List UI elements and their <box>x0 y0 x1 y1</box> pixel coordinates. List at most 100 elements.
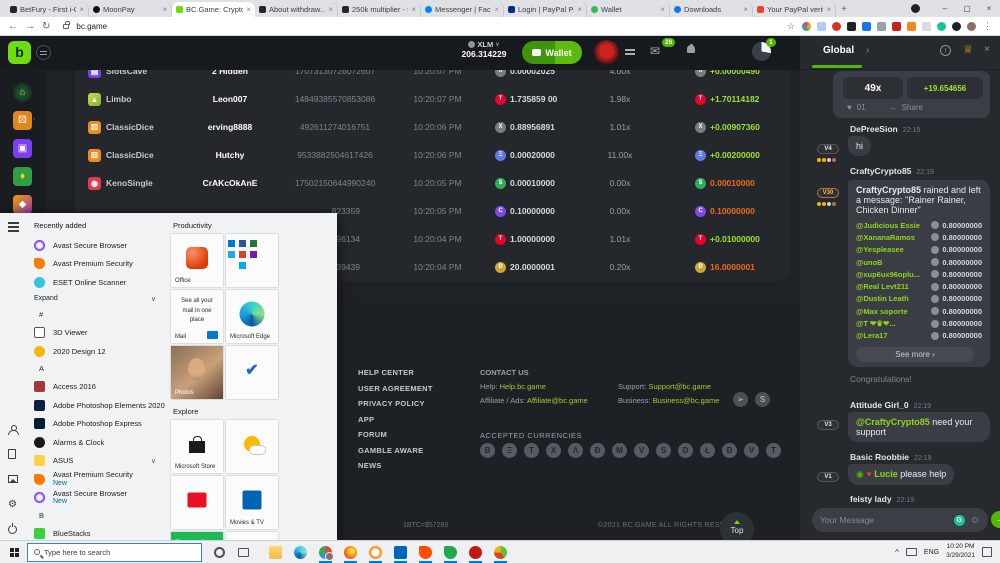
start-menu-item[interactable]: Avast Secure Browser <box>26 236 166 255</box>
sidebar-nav-icon[interactable]: ◆ <box>13 195 32 214</box>
chat-username[interactable]: CraftyCrypto8522:19 <box>850 166 934 176</box>
start-tile[interactable]: Photos <box>171 346 223 399</box>
sidebar-nav-icon[interactable]: ⚄ <box>13 111 32 130</box>
tab-close-icon[interactable]: × <box>660 5 665 14</box>
extension-icon[interactable] <box>862 22 871 31</box>
taskbar-app-icon[interactable] <box>319 546 332 559</box>
task-view-button[interactable] <box>238 548 249 557</box>
chrome-menu-icon[interactable]: ⋮ <box>983 21 992 32</box>
taskbar-app-icon[interactable] <box>294 546 307 559</box>
start-menu-item[interactable]: ASUS ∨ <box>26 452 166 471</box>
start-menu-item[interactable]: Alarms & Clock <box>26 433 166 452</box>
mention[interactable]: Lucie <box>874 469 898 479</box>
chat-rules-icon[interactable]: ! <box>940 45 951 56</box>
start-menu-item[interactable]: 2020 Design 12 <box>26 342 166 361</box>
taskbar-clock[interactable]: 10:20 PM3/29/2021 <box>946 543 975 561</box>
inbox-icon[interactable]: ✉ <box>650 44 660 58</box>
share-icon[interactable]: → <box>889 103 897 112</box>
browser-tab[interactable]: About withdraw... × <box>255 2 338 17</box>
extension-icon[interactable] <box>847 22 856 31</box>
footer-link[interactable]: HELP CENTER <box>358 368 433 384</box>
extension-icon[interactable] <box>967 22 976 31</box>
skype-icon[interactable]: S <box>755 392 770 407</box>
browser-tab[interactable]: Messenger | Fac... × <box>421 2 504 17</box>
see-more-button[interactable]: See more › <box>856 347 974 362</box>
settings-gear-icon[interactable]: ⚙ <box>8 499 17 510</box>
start-menu-item[interactable]: # <box>26 307 166 324</box>
window-close-button[interactable]: × <box>978 0 1000 17</box>
player-cell[interactable]: Hutchy <box>190 150 270 160</box>
share-button[interactable]: Share <box>902 103 923 112</box>
site-menu-icon[interactable] <box>36 45 51 60</box>
start-menu-item[interactable]: 3D Viewer <box>26 324 166 343</box>
telegram-icon[interactable]: ➢ <box>733 392 748 407</box>
back-button[interactable]: ← <box>8 21 18 32</box>
extension-icon[interactable] <box>952 22 961 31</box>
rain-recipient-name[interactable]: @Real Levt211 <box>856 282 931 291</box>
tab-close-icon[interactable]: × <box>328 5 333 14</box>
help-link[interactable]: Help.bc.game <box>500 382 546 391</box>
start-button[interactable] <box>10 548 14 552</box>
new-tab-button[interactable]: + <box>836 2 852 17</box>
start-menu-item[interactable]: Adobe Photoshop Elements 2020 <box>26 396 166 415</box>
start-menu-item[interactable]: A <box>26 361 166 378</box>
taskbar-app-icon[interactable] <box>444 546 457 559</box>
browser-tab[interactable]: 250k multiplier - S... × <box>338 2 421 17</box>
start-tile[interactable]: Office <box>171 234 223 287</box>
footer-link[interactable]: FORUM <box>358 430 433 446</box>
browser-tab[interactable]: Login | PayPal Prep... × <box>504 2 587 17</box>
start-menu-item[interactable]: Avast Secure BrowserNew <box>26 489 166 508</box>
window-minimize-button[interactable]: – <box>934 0 956 17</box>
start-menu-item[interactable]: Recently added <box>26 215 166 236</box>
pictures-icon[interactable] <box>8 475 18 483</box>
bet-table-row[interactable]: ⚄ClassicDice Hutchy 9533882504617426 10:… <box>75 141 790 169</box>
back-to-top-button[interactable]: Top <box>720 512 754 540</box>
rain-recipient-name[interactable]: @unoB <box>856 258 931 267</box>
bcgame-logo[interactable]: b <box>8 41 31 64</box>
window-maximize-button[interactable]: ▢ <box>956 0 978 17</box>
extension-icon[interactable] <box>922 22 931 31</box>
start-menu-item[interactable]: Expand ∨ <box>26 292 166 307</box>
wallet-button[interactable]: Wallet <box>522 41 582 64</box>
extension-icon[interactable] <box>877 22 886 31</box>
taskbar-app-icon[interactable] <box>494 546 507 559</box>
touch-keyboard-icon[interactable] <box>906 548 917 556</box>
taskbar-app-icon[interactable] <box>344 546 357 559</box>
affiliate-link[interactable]: Affiliate@bc.game <box>527 396 588 405</box>
tab-close-icon[interactable]: × <box>577 5 582 14</box>
business-link[interactable]: Business@bc.game <box>653 396 720 405</box>
footer-link[interactable]: APP <box>358 415 433 431</box>
taskbar-app-icon[interactable] <box>369 546 382 559</box>
taskbar-app-icon[interactable] <box>269 546 282 559</box>
forward-button[interactable]: → <box>25 21 35 32</box>
start-tile[interactable] <box>226 234 278 287</box>
power-icon[interactable] <box>8 525 17 534</box>
sidebar-nav-icon[interactable]: ♦ <box>13 167 32 186</box>
start-tile[interactable] <box>171 476 223 529</box>
bet-share-card[interactable]: 49x +19.654656 ♥ 01 → Share <box>833 71 990 118</box>
rain-recipient-name[interactable]: @T ❤♛❤... <box>856 319 931 328</box>
tab-close-icon[interactable]: × <box>411 5 416 14</box>
player-cell[interactable]: Leon007 <box>190 94 270 104</box>
start-menu-item[interactable]: Avast Premium Security <box>26 255 166 274</box>
bet-table-row[interactable]: ◉KenoSingle CrAKcOkAnE 17502150644990240… <box>75 169 790 197</box>
balance-selector[interactable]: XLM∨ 206.314229 <box>448 40 520 59</box>
language-indicator[interactable]: ENG <box>924 549 939 556</box>
chat-input[interactable]: Your Message G ☺ <box>812 508 988 532</box>
hamburger-icon[interactable] <box>8 222 19 224</box>
footer-link[interactable]: NEWS <box>358 461 433 477</box>
chat-expand-icon[interactable]: › <box>866 45 869 56</box>
user-avatar[interactable] <box>594 40 619 65</box>
game-cell[interactable]: ◉KenoSingle <box>75 177 190 190</box>
browser-tab[interactable]: BetFury - First i-G... × <box>6 2 89 17</box>
tab-close-icon[interactable]: × <box>826 5 831 14</box>
taskbar-app-icon[interactable] <box>394 546 407 559</box>
rain-recipient-name[interactable]: @Max soporte <box>856 307 931 316</box>
start-menu-item[interactable]: Access 2016 <box>26 378 166 397</box>
taskbar-app-icon[interactable] <box>469 546 482 559</box>
game-cell[interactable]: ▲Limbo <box>75 93 190 106</box>
browser-tab[interactable]: BC.Game: Crypto C... × <box>172 2 255 17</box>
user-account-icon[interactable] <box>8 425 17 434</box>
browser-tab[interactable]: Wallet × <box>587 2 670 17</box>
chrome-update-icon[interactable] <box>911 4 920 13</box>
